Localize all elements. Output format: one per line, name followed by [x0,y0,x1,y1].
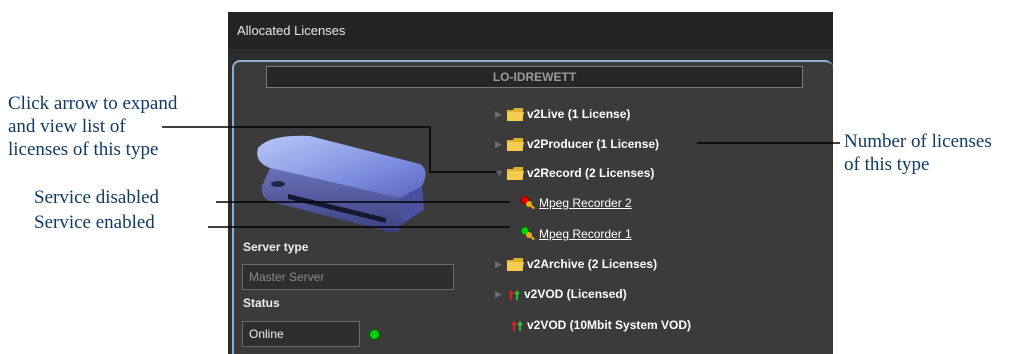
callout-leader-lines [162,126,840,228]
leader-line-expand [162,126,496,173]
